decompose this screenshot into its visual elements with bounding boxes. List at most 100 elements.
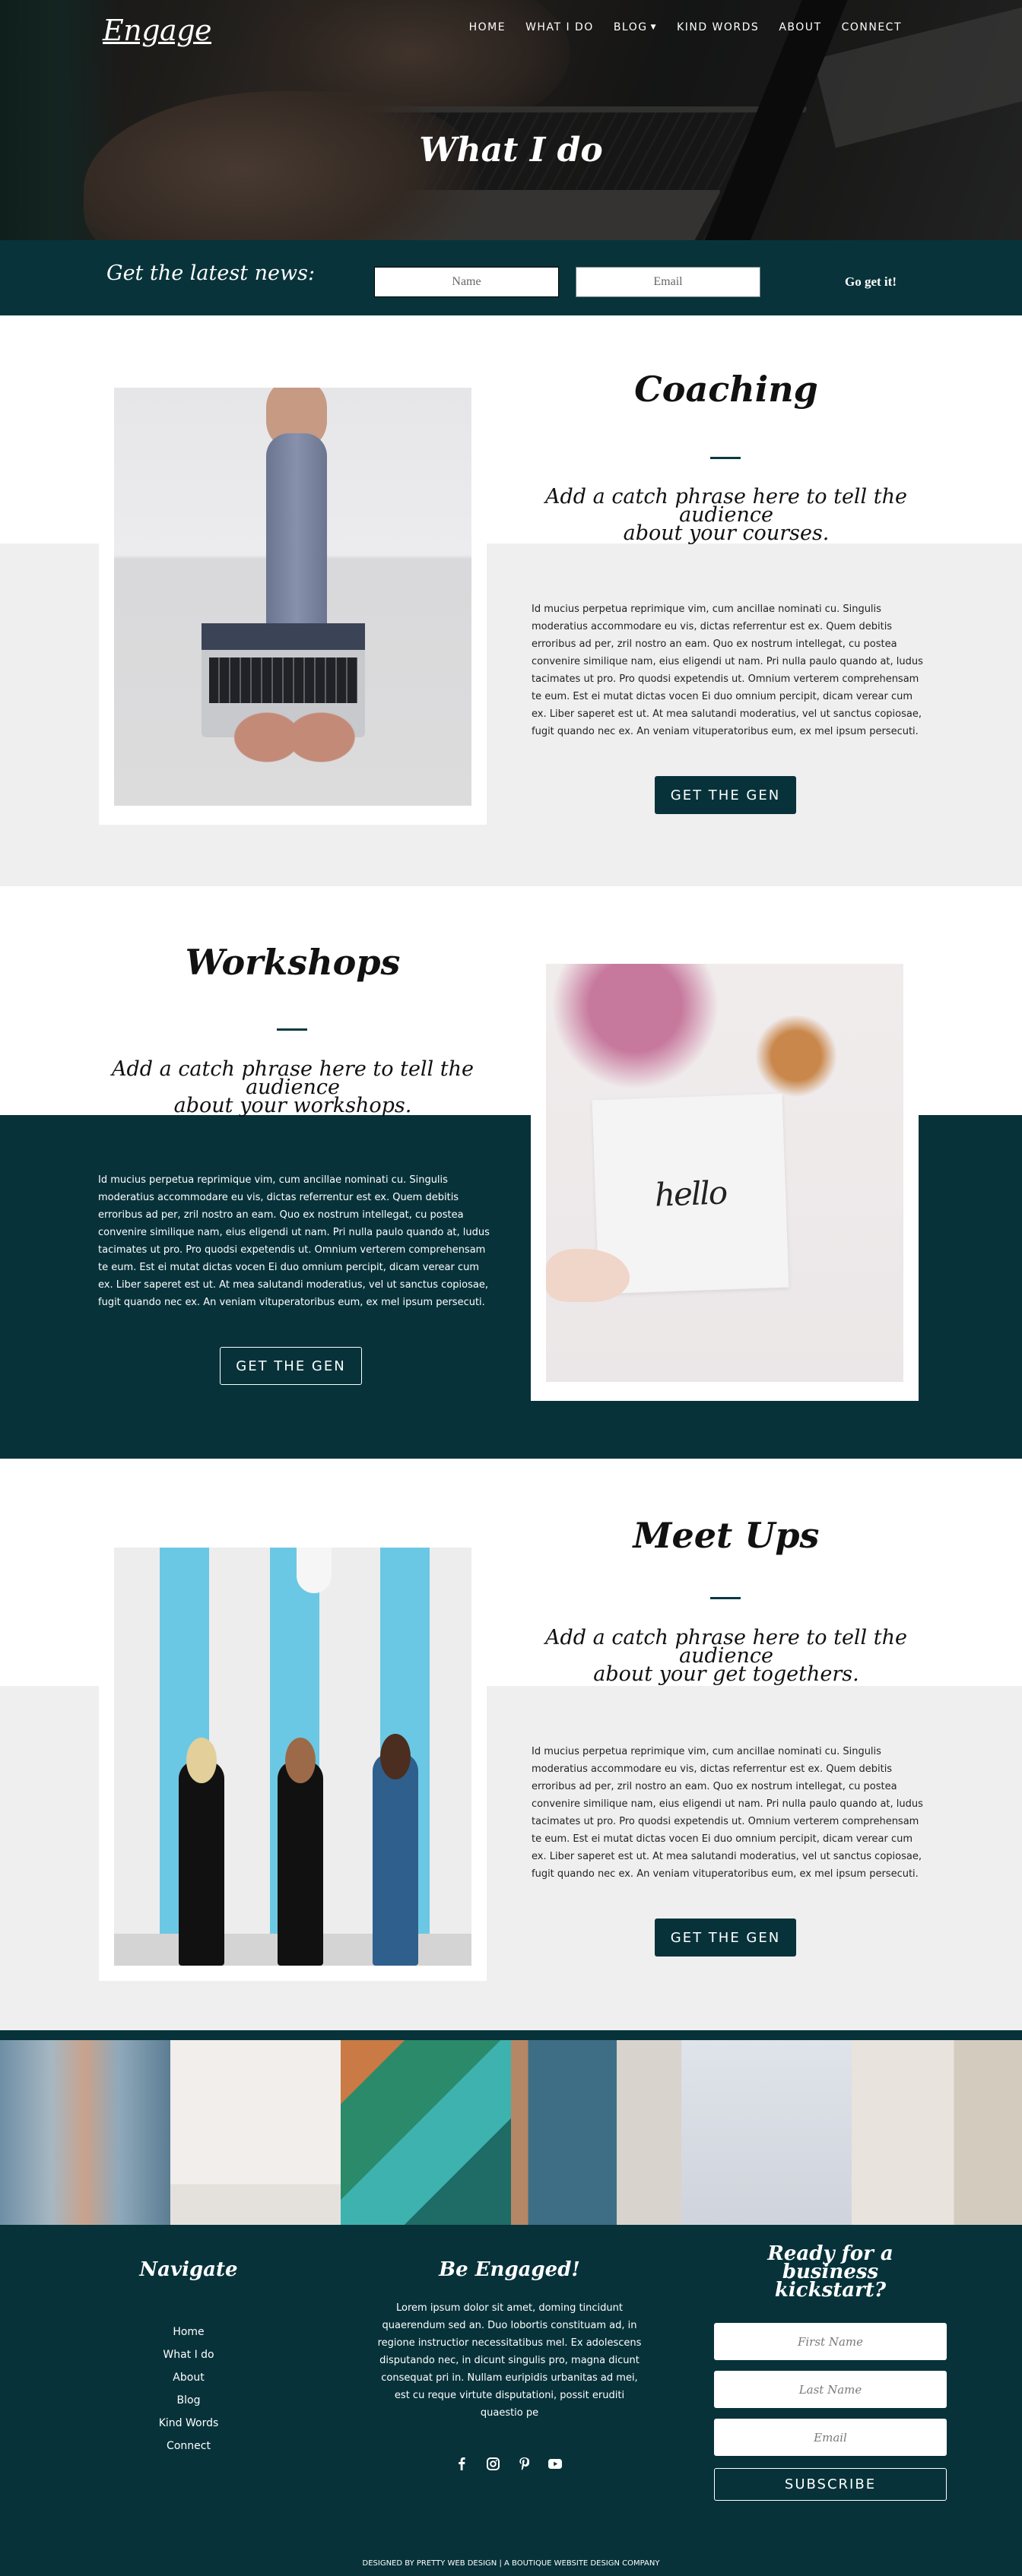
coaching-image — [114, 388, 471, 806]
youtube-icon[interactable] — [548, 2457, 562, 2470]
section-catchphrase: Add a catch phrase here to tell the audi… — [513, 1626, 939, 1686]
signup-heading-line: kickstart? — [774, 2279, 887, 2302]
photo-person — [278, 1760, 323, 1966]
catchphrase-line: Add a catch phrase here to tell the audi… — [111, 1057, 474, 1099]
section-title: Workshops — [185, 942, 401, 983]
photo-person-hair — [186, 1738, 217, 1783]
catchphrase-line: about your get togethers. — [593, 1662, 859, 1686]
workshops-cta-button[interactable]: GET THE GEN — [220, 1347, 362, 1385]
nav-home[interactable]: HOME — [469, 21, 506, 33]
catchphrase-line: about your workshops. — [173, 1094, 412, 1117]
footer-nav-item: Blog — [128, 2394, 249, 2417]
footer-nav-item: Connect — [128, 2440, 249, 2463]
instagram-gallery — [0, 2030, 1022, 2225]
section-title: Meet Ups — [633, 1515, 820, 1556]
photo-lamp — [297, 1548, 332, 1593]
gallery-tile-feathers[interactable] — [0, 2040, 170, 2225]
footer-navigate-heading: Navigate — [139, 2258, 238, 2281]
meetups-cta-button[interactable]: GET THE GEN — [655, 1919, 796, 1957]
main-nav: HOME WHAT I DO BLOG ▼ KIND WORDS ABOUT CO… — [469, 21, 902, 33]
section-divider — [710, 1597, 741, 1599]
meetups-image — [114, 1548, 471, 1966]
photo-hands — [228, 692, 357, 806]
gallery-tile-tea-table[interactable] — [341, 2040, 511, 2225]
photo-person — [179, 1760, 224, 1966]
workshops-section: hello Workshops Add a catch phrase here … — [0, 886, 1022, 1459]
hero-banner: Engage HOME WHAT I DO BLOG ▼ KIND WORDS A… — [0, 0, 1022, 240]
gallery-tile-wall-hanging[interactable] — [170, 2040, 341, 2225]
footer-link-connect[interactable]: Connect — [167, 2440, 211, 2452]
signup-heading-line: Ready for a business — [767, 2242, 893, 2283]
photo-person-hair — [285, 1738, 316, 1783]
footer-nav-list: Home What I do About Blog Kind Words Con… — [128, 2326, 249, 2463]
photo-person-hair — [380, 1734, 411, 1779]
workshops-image-card: hello — [531, 949, 919, 1401]
meetups-image-card — [99, 1529, 487, 1981]
instagram-icon[interactable] — [486, 2457, 500, 2470]
newsletter-name-input[interactable] — [374, 267, 559, 297]
signup-email-input[interactable] — [714, 2419, 947, 2456]
gallery-tile-patterned-dress-bag[interactable] — [511, 2040, 681, 2225]
page-title: What I do — [419, 131, 603, 170]
coaching-section: Coaching Add a catch phrase here to tell… — [0, 315, 1022, 886]
nav-label: ABOUT — [779, 21, 822, 33]
social-links — [455, 2457, 562, 2470]
footer-link-blog[interactable]: Blog — [177, 2394, 201, 2406]
nav-what-i-do[interactable]: WHAT I DO — [525, 21, 594, 33]
gallery-tile-boho-room[interactable] — [852, 2040, 1022, 2225]
nav-kind-words[interactable]: KIND WORDS — [677, 21, 759, 33]
footer-link-kind-words[interactable]: Kind Words — [159, 2417, 219, 2429]
coaching-cta-button[interactable]: GET THE GEN — [655, 776, 796, 814]
gallery-tiles — [0, 2040, 1022, 2225]
chevron-down-icon: ▼ — [650, 24, 658, 31]
catchphrase-line: about your courses. — [623, 521, 830, 545]
nav-label: BLOG — [613, 21, 648, 33]
newsletter-submit-button[interactable]: Go get it! — [836, 271, 905, 293]
nav-blog[interactable]: BLOG ▼ — [614, 21, 657, 33]
nav-label: WHAT I DO — [525, 21, 594, 33]
newsletter-email-input[interactable] — [576, 267, 760, 297]
meetups-section: Meet Ups Add a catch phrase here to tell… — [0, 1459, 1022, 2030]
subscribe-button[interactable]: SUBSCRIBE — [714, 2468, 947, 2501]
footer-nav-item: What I do — [128, 2349, 249, 2372]
footer: Navigate Home What I do About Blog Kind … — [0, 2225, 1022, 2576]
coaching-image-card — [99, 372, 487, 825]
footer-signup-heading: Ready for a business kickstart? — [722, 2242, 938, 2302]
footer-link-home[interactable]: Home — [173, 2326, 204, 2338]
newsletter-bar: Get the latest news: Go get it! — [0, 240, 1022, 315]
workshops-image: hello — [546, 964, 903, 1382]
section-catchphrase: Add a catch phrase here to tell the audi… — [513, 485, 939, 545]
signup-last-name-input[interactable] — [714, 2371, 947, 2408]
footer-nav-item: Home — [128, 2326, 249, 2349]
site-logo[interactable]: Engage — [103, 14, 212, 47]
footer-credit: DESIGNED BY PRETTY WEB DESIGN | A BOUTIQ… — [362, 2559, 660, 2568]
photo-hello-text: hello — [654, 1174, 727, 1214]
catchphrase-line: Add a catch phrase here to tell the audi… — [544, 1626, 907, 1668]
catchphrase-line: Add a catch phrase here to tell the audi… — [544, 485, 907, 527]
nav-label: HOME — [468, 21, 506, 33]
footer-engaged-heading: Be Engaged! — [439, 2258, 580, 2281]
gallery-tile-ukulele[interactable] — [681, 2040, 852, 2225]
section-catchphrase: Add a catch phrase here to tell the audi… — [80, 1057, 506, 1117]
photo-person — [373, 1753, 418, 1966]
footer-nav-item: About — [128, 2372, 249, 2394]
section-body: Id mucius perpetua reprimique vim, cum a… — [532, 604, 923, 737]
section-title: Coaching — [634, 369, 818, 410]
section-body: Id mucius perpetua reprimique vim, cum a… — [98, 1174, 490, 1308]
newsletter-label: Get the latest news: — [106, 261, 316, 285]
footer-engaged-text: Lorem ipsum dolor sit amet, doming tinci… — [377, 2302, 642, 2419]
section-divider — [710, 457, 741, 459]
photo-laptop-screen — [202, 623, 365, 650]
nav-label: KIND WORDS — [677, 21, 760, 33]
nav-label: CONNECT — [841, 21, 902, 33]
section-divider — [277, 1028, 307, 1031]
section-body: Id mucius perpetua reprimique vim, cum a… — [532, 1746, 923, 1880]
pinterest-icon[interactable] — [517, 2457, 531, 2470]
signup-first-name-input[interactable] — [714, 2323, 947, 2360]
nav-about[interactable]: ABOUT — [779, 21, 821, 33]
footer-nav-item: Kind Words — [128, 2417, 249, 2440]
nav-connect[interactable]: CONNECT — [842, 21, 902, 33]
footer-link-what-i-do[interactable]: What I do — [163, 2349, 214, 2361]
facebook-icon[interactable] — [455, 2457, 468, 2470]
footer-link-about[interactable]: About — [173, 2372, 204, 2384]
